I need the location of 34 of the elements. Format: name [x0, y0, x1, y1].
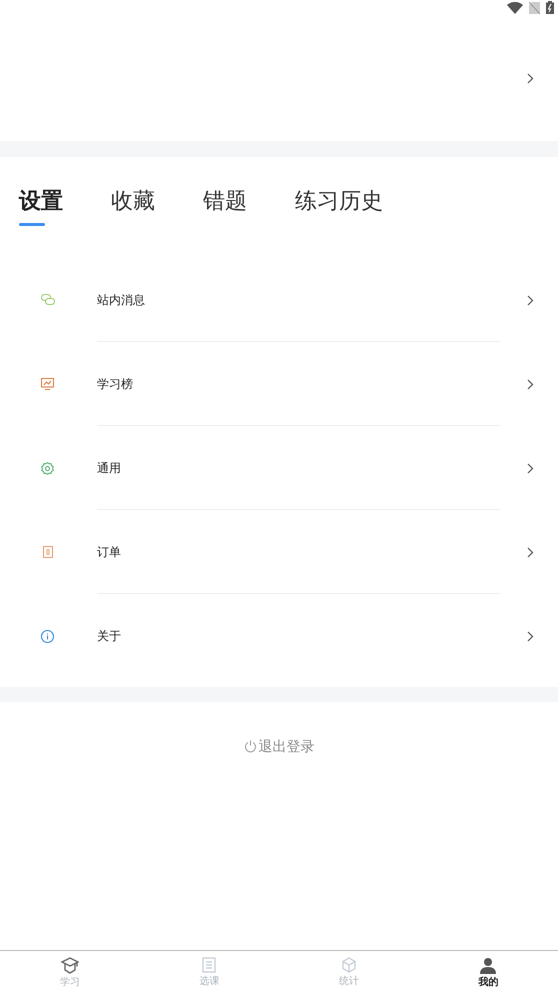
chevron-icon: [527, 546, 534, 558]
menu-label: 通用: [97, 460, 122, 477]
graduation-cap-icon: [60, 956, 79, 974]
power-icon: [244, 740, 256, 753]
menu-label: 学习榜: [97, 376, 134, 393]
menu-label: 关于: [97, 628, 122, 645]
menu-label: 站内消息: [97, 292, 146, 309]
chevron-icon: [527, 294, 534, 306]
no-sim-icon: [529, 2, 540, 14]
chat-bubbles-icon: [40, 294, 54, 306]
tab[interactable]: 收藏: [111, 184, 155, 226]
document-icon: [42, 546, 52, 558]
wifi-icon: [507, 2, 523, 14]
person-icon: [480, 956, 496, 974]
menu-item[interactable]: 通用: [0, 426, 558, 510]
tab[interactable]: 设置: [19, 184, 63, 226]
menu-label: 订单: [97, 544, 122, 561]
cube-icon: [340, 957, 357, 973]
info-icon: [41, 630, 54, 642]
gear-icon: [41, 462, 54, 474]
menu-item[interactable]: 学习榜: [0, 342, 558, 426]
tab[interactable]: 错题: [203, 184, 247, 226]
chevron-icon: [527, 630, 534, 642]
logout-button[interactable]: 退出登录: [244, 736, 314, 757]
tab[interactable]: 练习历史: [295, 184, 383, 226]
chevron-icon: [527, 462, 534, 474]
nav-tab[interactable]: 我的: [418, 951, 558, 995]
chart-screen-icon: [41, 378, 54, 390]
menu-item[interactable]: 关于: [0, 594, 558, 678]
chevron-icon: [527, 72, 534, 84]
menu-item[interactable]: 订单: [0, 510, 558, 594]
menu-item[interactable]: 站内消息: [0, 258, 558, 342]
document-icon: [202, 957, 216, 973]
chevron-icon: [527, 378, 534, 390]
